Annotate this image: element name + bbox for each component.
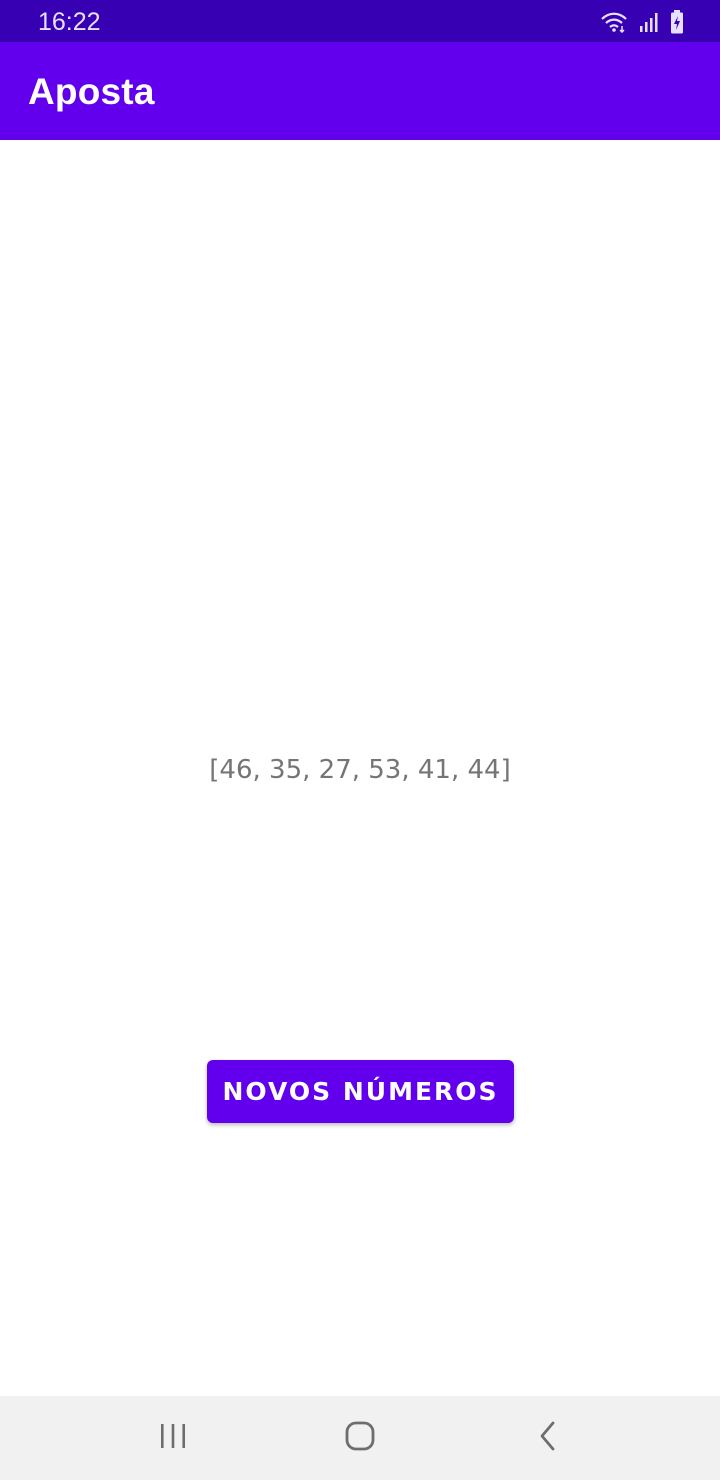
recent-apps-button[interactable] — [143, 1414, 203, 1462]
screen: 16:22 Aposta [46, 35, 27, 53, 41, 44] NO… — [0, 0, 720, 1480]
recent-apps-icon — [158, 1421, 188, 1455]
back-button[interactable] — [518, 1414, 578, 1462]
status-icons — [600, 9, 684, 35]
signal-icon — [638, 11, 660, 33]
lottery-numbers-text: [46, 35, 27, 53, 41, 44] — [209, 755, 511, 785]
home-icon — [344, 1420, 376, 1456]
app-title: Aposta — [28, 71, 155, 112]
navigation-bar — [0, 1396, 720, 1480]
status-bar: 16:22 — [0, 0, 720, 42]
wifi-icon — [600, 11, 628, 33]
new-numbers-button[interactable]: NOVOS NÚMEROS — [207, 1060, 514, 1123]
main-content: [46, 35, 27, 53, 41, 44] NOVOS NÚMEROS — [0, 140, 720, 1396]
back-icon — [536, 1420, 560, 1456]
app-bar: Aposta — [0, 42, 720, 140]
status-time: 16:22 — [38, 8, 101, 36]
home-button[interactable] — [330, 1414, 390, 1462]
battery-icon — [670, 10, 684, 34]
